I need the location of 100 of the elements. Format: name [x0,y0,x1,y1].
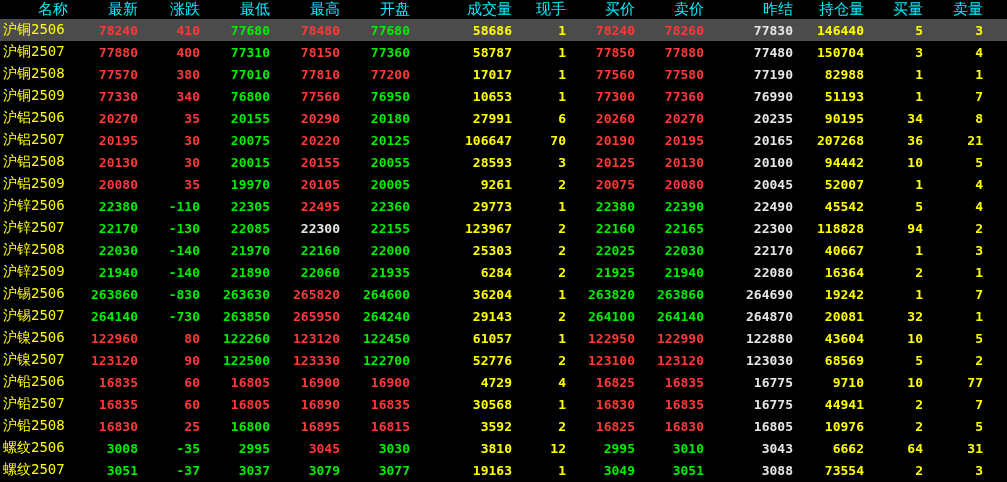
table-cell-text: 77310 [229,44,270,60]
column-header[interactable]: 卖价 [635,0,704,19]
table-cell-text: 16900 [299,374,340,390]
table-cell-text: 3051 [671,462,704,478]
table-cell-text: 77830 [752,22,793,38]
table-cell-text: 77480 [752,44,793,60]
table-cell-text: 19163 [471,462,512,478]
table-row[interactable]: 沪锡2506 263860 -830 263630 265820 264600 36204 1 263820 263860 264690 19242 1 7 [0,283,1007,305]
table-cell-text: 122450 [362,330,410,346]
column-header[interactable]: 最高 [270,0,340,19]
table-row[interactable]: 沪镍2507 123120 90 122500 123330 122700 52776 2 123100 123120 123030 68569 5 2 [0,349,1007,371]
table-row[interactable]: 沪铜2509 77330 340 76800 77560 76950 10653 1 77300 77360 76990 51193 1 7 [0,85,1007,107]
table-row[interactable]: 沪铜2507 77880 400 77310 78150 77360 58787 1 77850 77880 77480 150704 3 4 [0,41,1007,63]
contract-name: 沪铅2508 [2,417,66,435]
table-cell-text: 5 [974,418,983,434]
column-header[interactable]: 昨结 [704,0,793,19]
table-cell-text: 2 [974,352,983,368]
table-cell-text: 30568 [471,396,512,412]
table-cell-text: 22025 [594,242,635,258]
table-cell-text: 16830 [663,418,704,434]
table-cell-text: 16825 [594,418,635,434]
table-cell-text: 16805 [229,374,270,390]
table-cell-text: 20055 [369,154,410,170]
table-row[interactable]: 螺纹2507 3051 -37 3037 3079 3077 19163 1 3049 3051 3088 73554 2 3 [0,459,1007,481]
table-row[interactable]: 沪铝2507 20195 30 20075 20220 20125 106647 70 20190 20195 20165 207268 36 21 [0,129,1007,151]
table-row[interactable]: 沪锌2509 21940 -140 21890 22060 21935 6284 2 21925 21940 22080 16364 2 1 [0,261,1007,283]
table-cell-text: 16835 [97,374,138,390]
column-header[interactable]: 成交量 [410,0,512,19]
table-cell-text: 30 [183,154,200,170]
column-header[interactable]: 买价 [566,0,635,19]
table-cell-text: 2 [914,418,923,434]
table-cell-text: 52007 [823,176,864,192]
table-cell-text: 340 [175,88,200,104]
table-cell-text: 1 [557,198,566,214]
table-cell-text: 21935 [369,264,410,280]
table-cell-text: 77200 [369,66,410,82]
table-row[interactable]: 沪锌2507 22170 -130 22085 22300 22155 123967 2 22160 22165 22300 118828 94 2 [0,217,1007,239]
table-cell-text: 73554 [823,462,864,478]
table-cell-text: 1 [557,396,566,412]
column-header[interactable]: 持仓量 [793,0,864,19]
table-row[interactable]: 沪铅2506 16835 60 16805 16900 16900 4729 4 16825 16835 16775 9710 10 77 [0,371,1007,393]
table-cell-text: 265950 [292,308,340,324]
table-row[interactable]: 螺纹2506 3008 -35 2995 3045 3030 3810 12 2995 3010 3043 6662 64 31 [0,437,1007,459]
table-cell-text: 70 [549,132,566,148]
table-cell-text: 22000 [369,242,410,258]
table-cell-text: 22305 [229,198,270,214]
table-cell-text: 22300 [299,220,340,236]
column-header[interactable]: 开盘 [340,0,410,19]
table-cell-text: 22380 [97,198,138,214]
table-cell-text: -110 [167,198,200,214]
table-row[interactable]: 沪铜2506 78240 410 77680 78480 77680 58686 1 78240 78260 77830 146440 5 3 [0,19,1007,41]
contract-name: 沪镍2506 [2,329,66,347]
table-cell-text: 106647 [464,132,512,148]
column-header[interactable]: 买量 [864,0,923,19]
table-row[interactable]: 沪镍2506 122960 80 122260 123120 122450 61057 1 122950 122990 122880 43604 10 5 [0,327,1007,349]
column-header[interactable]: 涨跌 [138,0,200,19]
table-cell-text: 22360 [369,198,410,214]
table-cell-text: 19970 [229,176,270,192]
table-cell-text: 118828 [816,220,864,236]
column-header[interactable]: 名称 [0,0,75,19]
table-cell-text: 10653 [471,88,512,104]
contract-name: 沪铅2506 [2,373,66,391]
table-row[interactable]: 沪铝2506 20270 35 20155 20290 20180 27991 6 20260 20270 20235 90195 34 8 [0,107,1007,129]
table-cell-text: 76950 [369,88,410,104]
table-row[interactable]: 沪铜2508 77570 380 77010 77810 77200 17017 1 77560 77580 77190 82988 1 1 [0,63,1007,85]
table-row[interactable]: 沪铅2508 16830 25 16800 16895 16815 3592 2 16825 16830 16805 10976 2 5 [0,415,1007,437]
column-header[interactable]: 最新 [75,0,138,19]
table-cell-text: 123967 [464,220,512,236]
table-cell-text: 40667 [823,242,864,258]
table-row[interactable]: 沪铝2509 20080 35 19970 20105 20005 9261 2 20075 20080 20045 52007 1 4 [0,173,1007,195]
table-row[interactable]: 沪铅2507 16835 60 16805 16890 16835 30568 1 16830 16835 16775 44941 2 7 [0,393,1007,415]
table-cell-text: 3 [557,154,566,170]
table-cell-text: 1 [557,330,566,346]
table-cell-text: 77850 [594,44,635,60]
table-cell-text: 58686 [471,22,512,38]
table-cell-text: 20270 [97,110,138,126]
table-cell-text: 20045 [752,176,793,192]
table-cell-text: 264690 [745,286,793,302]
column-header[interactable]: 卖量 [923,0,983,19]
table-row[interactable]: 沪铝2508 20130 30 20015 20155 20055 28593 3 20125 20130 20100 94442 10 5 [0,151,1007,173]
table-row[interactable]: 沪锌2506 22380 -110 22305 22495 22360 29773 1 22380 22390 22490 45542 5 4 [0,195,1007,217]
contract-name: 沪锌2508 [2,241,66,259]
table-cell-text: 16830 [594,396,635,412]
table-row[interactable]: 沪锡2507 264140 -730 263850 265950 264240 29143 2 264100 264140 264870 20081 32 1 [0,305,1007,327]
table-cell-text: 3592 [479,418,512,434]
table-cell-text: 122960 [90,330,138,346]
table-cell-text: 60 [183,396,200,412]
table-cell-text: 16800 [229,418,270,434]
table-row[interactable]: 沪锌2508 22030 -140 21970 22160 22000 25303 2 22025 22030 22170 40667 1 3 [0,239,1007,261]
table-cell-text: 16815 [369,418,410,434]
column-header[interactable]: 现手 [512,0,566,19]
table-cell-text: 21970 [229,242,270,258]
table-cell-text: 146440 [816,22,864,38]
table-cell-text: 21940 [97,264,138,280]
table-cell-text: 3 [974,242,983,258]
column-header[interactable]: 最低 [200,0,270,19]
table-cell-text: 45542 [823,198,864,214]
table-cell-text: 123120 [90,352,138,368]
table-cell-text: 1 [557,66,566,82]
table-cell-text: 3030 [377,440,410,456]
